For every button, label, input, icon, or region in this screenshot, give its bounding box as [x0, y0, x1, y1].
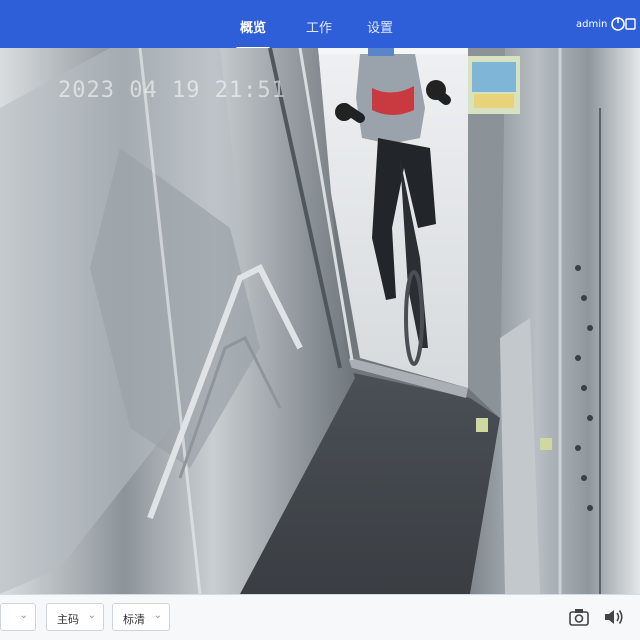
quality-select-value: 标清	[123, 613, 145, 626]
stream-select-value: 主码	[57, 613, 79, 626]
chevron-down-icon: ⌄	[19, 610, 28, 621]
video-timestamp-overlay: 2023 04 19 21:51	[58, 78, 286, 103]
quality-select[interactable]: 标清 ⌄	[112, 603, 170, 631]
channel-select[interactable]: ⌄	[0, 603, 36, 631]
elevator-camera-frame	[0, 48, 640, 594]
camera-video-feed[interactable]: 2023 04 19 21:51	[0, 48, 640, 594]
chevron-down-icon: ⌄	[153, 610, 162, 621]
tab-work[interactable]: 工作	[306, 17, 332, 36]
tab-settings[interactable]: 设置	[367, 17, 393, 36]
logout-button[interactable]	[610, 15, 636, 33]
video-control-bar: ⌄ 主码 ⌄ 标清 ⌄	[0, 594, 640, 640]
tab-overview[interactable]: 概览	[235, 17, 271, 50]
volume-button[interactable]	[600, 604, 626, 630]
stream-select[interactable]: 主码 ⌄	[46, 603, 104, 631]
volume-icon	[605, 610, 623, 624]
username-label[interactable]: admin	[576, 19, 607, 30]
snapshot-icon	[569, 609, 589, 626]
snapshot-button[interactable]	[566, 604, 592, 630]
logout-icon	[611, 17, 636, 31]
app-root: 概览 工作 设置 admin 2023 04 19 21:51 ⌄ 主码 ⌄ 标…	[0, 0, 640, 640]
top-navbar: 概览 工作 设置 admin	[0, 0, 640, 50]
chevron-down-icon: ⌄	[87, 610, 96, 621]
